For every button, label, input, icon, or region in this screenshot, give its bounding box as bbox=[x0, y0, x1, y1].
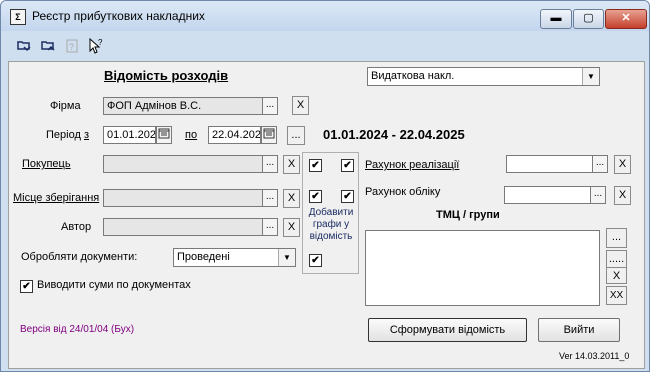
storage-clear-button[interactable]: X bbox=[283, 189, 300, 208]
sales-account-column-checkbox[interactable]: ✔ bbox=[341, 159, 354, 172]
accounting-account-lookup-button[interactable]: ... bbox=[590, 186, 606, 204]
open-folder-icon[interactable] bbox=[15, 37, 33, 55]
tmc-add-button[interactable]: ... bbox=[606, 228, 627, 248]
author-clear-button[interactable]: X bbox=[283, 218, 300, 237]
tmc-remove-button[interactable]: X bbox=[606, 267, 627, 284]
process-select[interactable]: Проведені ▼ bbox=[173, 248, 296, 267]
buyer-label: Покупець bbox=[22, 158, 71, 170]
storage-label-text: Місце зберігання bbox=[13, 192, 100, 204]
svg-text:?: ? bbox=[69, 42, 74, 52]
build-version-text: Ver 14.03.2011_0 bbox=[559, 351, 630, 361]
sums-checkbox[interactable]: ✔ bbox=[20, 280, 33, 293]
build-report-button[interactable]: Сформувати відомість bbox=[368, 318, 527, 342]
minimize-button[interactable]: ▬ bbox=[540, 9, 572, 29]
author-lookup-button[interactable]: ... bbox=[262, 218, 278, 236]
toolbar: ? ? bbox=[9, 33, 643, 57]
sums-checkbox-label: Виводити суми по документах bbox=[37, 279, 191, 291]
period-label: Період з bbox=[46, 129, 89, 141]
accounting-account-label: Рахунок обліку bbox=[365, 186, 441, 198]
report-heading: Відомість розходів bbox=[104, 68, 229, 83]
author-column-checkbox[interactable]: ✔ bbox=[309, 254, 322, 267]
window-title: Реєстр прибуткових накладних bbox=[32, 9, 205, 23]
storage-column-checkbox[interactable]: ✔ bbox=[309, 190, 322, 203]
period-text: Період bbox=[46, 129, 81, 141]
sales-account-clear-button[interactable]: X bbox=[614, 155, 631, 174]
accounting-account-field[interactable] bbox=[504, 186, 591, 204]
accounting-account-clear-button[interactable]: X bbox=[614, 186, 631, 205]
doc-type-value: Видаткова накл. bbox=[371, 70, 455, 82]
sales-account-lookup-button[interactable]: ... bbox=[592, 155, 608, 173]
chevron-down-icon[interactable]: ▼ bbox=[582, 68, 599, 85]
firm-field[interactable]: ФОП Адмінов В.С. bbox=[103, 97, 263, 115]
sales-account-field[interactable] bbox=[506, 155, 593, 173]
add-columns-panel: ✔ ✔ ✔ ✔ Добавити графи у відомість ✔ bbox=[302, 152, 359, 274]
help-icon[interactable]: ? bbox=[63, 37, 81, 55]
process-label: Обробляти документи: bbox=[21, 251, 138, 263]
firm-clear-button[interactable]: X bbox=[292, 96, 309, 115]
firm-lookup-button[interactable]: ... bbox=[262, 97, 278, 115]
exit-button[interactable]: Вийти bbox=[538, 318, 620, 342]
tmc-list[interactable] bbox=[365, 230, 600, 306]
version-text: Версія від 24/01/04 (Бух) bbox=[20, 324, 135, 335]
app-icon: Σ bbox=[10, 9, 26, 25]
tmc-clear-all-button[interactable]: XX bbox=[606, 286, 627, 305]
accounting-account-column-checkbox[interactable]: ✔ bbox=[341, 190, 354, 203]
author-label: Автор bbox=[61, 221, 92, 233]
buyer-clear-button[interactable]: X bbox=[283, 155, 300, 174]
maximize-button[interactable]: ▢ bbox=[573, 9, 604, 29]
buyer-field[interactable] bbox=[103, 155, 263, 173]
pointer-help-icon[interactable]: ? bbox=[87, 37, 105, 55]
period-from-label: з bbox=[83, 129, 89, 141]
sales-account-label-text: Рахунок реалізації bbox=[365, 159, 460, 171]
title-bar[interactable]: Σ Реєстр прибуткових накладних ▬ ▢ ✕ bbox=[1, 1, 649, 31]
storage-field[interactable] bbox=[103, 189, 263, 207]
tmc-label: ТМЦ / групи bbox=[436, 209, 500, 221]
firm-label: Фірма bbox=[50, 100, 81, 112]
doc-type-select[interactable]: Видаткова накл. ▼ bbox=[367, 67, 600, 86]
storage-label: Місце зберігання bbox=[13, 192, 99, 204]
period-range-text: 01.01.2024 - 22.04.2025 bbox=[323, 127, 465, 142]
buyer-column-checkbox[interactable]: ✔ bbox=[309, 159, 322, 172]
buyer-lookup-button[interactable]: ... bbox=[262, 155, 278, 173]
main-window: Σ Реєстр прибуткових накладних ▬ ▢ ✕ ? ?… bbox=[0, 0, 650, 372]
calendar-from-icon[interactable] bbox=[156, 126, 172, 144]
sales-account-label: Рахунок реалізації bbox=[365, 159, 459, 171]
period-select-button[interactable]: ... bbox=[287, 126, 305, 145]
process-value: Проведені bbox=[177, 251, 230, 263]
tmc-add-group-button[interactable]: ..... bbox=[606, 250, 627, 268]
period-to-field[interactable]: 22.04.202 bbox=[208, 126, 261, 144]
calendar-to-icon[interactable] bbox=[261, 126, 277, 144]
form-panel: Відомість розходів Видаткова накл. ▼ Фір… bbox=[8, 61, 645, 369]
period-to-label: по bbox=[185, 129, 198, 141]
close-button[interactable]: ✕ bbox=[605, 9, 647, 29]
author-field[interactable] bbox=[103, 218, 263, 236]
save-folder-icon[interactable] bbox=[39, 37, 57, 55]
storage-lookup-button[interactable]: ... bbox=[262, 189, 278, 207]
period-from-field[interactable]: 01.01.202 bbox=[103, 126, 156, 144]
add-columns-label: Добавити графи у відомість bbox=[308, 207, 354, 242]
chevron-down-icon[interactable]: ▼ bbox=[278, 249, 295, 266]
svg-text:?: ? bbox=[98, 38, 103, 47]
